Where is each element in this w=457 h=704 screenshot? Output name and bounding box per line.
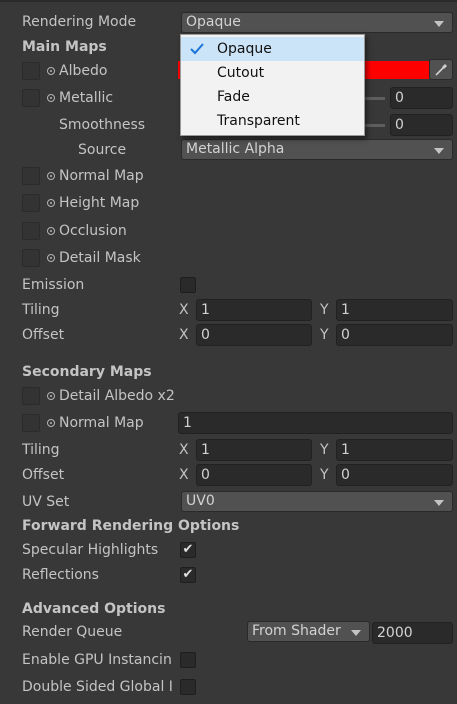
menu-item-cutout[interactable]: Cutout [181, 61, 364, 85]
offset-x-field[interactable]: 0 [196, 324, 312, 346]
secondary-offset-y-label: Y [320, 467, 329, 483]
object-picker-icon[interactable] [47, 199, 55, 207]
gpu-instancing-checkbox[interactable] [180, 652, 196, 668]
rendering-mode-label: Rendering Mode [22, 14, 137, 30]
advanced-options-header: Advanced Options [22, 601, 166, 617]
secondary-offset-label: Offset [22, 467, 65, 483]
albedo-texture-slot[interactable] [22, 62, 40, 80]
secondary-tiling-x-label: X [179, 442, 189, 458]
checkmark-icon: ✔ [182, 567, 194, 582]
secondary-offset-x-field[interactable]: 0 [196, 464, 312, 486]
object-picker-icon[interactable] [47, 172, 55, 180]
tiling-y-label: Y [320, 302, 329, 318]
object-picker-icon[interactable] [47, 67, 55, 75]
forward-rendering-header: Forward Rendering Options [22, 518, 240, 534]
checkmark-icon [190, 43, 204, 55]
detail-mask-label: Detail Mask [59, 250, 141, 266]
offset-y-field[interactable]: 0 [336, 324, 453, 346]
occlusion-texture-slot[interactable] [22, 222, 40, 240]
normal-map-texture-slot[interactable] [22, 167, 40, 185]
rendering-mode-dropdown[interactable]: Opaque [181, 12, 453, 33]
secondary-offset-y-field[interactable]: 0 [336, 464, 453, 486]
secondary-normal-map-scale-field[interactable]: 1 [178, 412, 453, 434]
source-label: Source [78, 142, 127, 158]
smoothness-value-field[interactable]: 0 [390, 114, 453, 136]
metallic-label: Metallic [59, 90, 114, 106]
secondary-tiling-y-field[interactable]: 1 [336, 439, 453, 461]
chevron-down-icon [434, 500, 444, 506]
tiling-x-field[interactable]: 1 [196, 299, 312, 321]
eyedropper-icon [435, 64, 447, 76]
chevron-down-icon [351, 630, 361, 636]
chevron-down-icon [434, 21, 444, 27]
render-queue-label: Render Queue [22, 624, 123, 640]
occlusion-label: Occlusion [59, 223, 127, 239]
object-picker-icon[interactable] [47, 392, 55, 400]
height-map-label: Height Map [59, 195, 140, 211]
specular-highlights-checkbox[interactable]: ✔ [180, 542, 196, 558]
albedo-label: Albedo [59, 63, 108, 79]
object-picker-icon[interactable] [47, 94, 55, 102]
emission-label: Emission [22, 277, 85, 293]
normal-map-label: Normal Map [59, 168, 144, 184]
object-picker-icon[interactable] [47, 419, 55, 427]
metallic-value-field[interactable]: 0 [390, 87, 453, 109]
menu-item-fade[interactable]: Fade [181, 85, 364, 109]
secondary-tiling-label: Tiling [22, 442, 60, 458]
smoothness-label: Smoothness [59, 117, 146, 133]
tiling-label: Tiling [22, 302, 60, 318]
secondary-maps-header: Secondary Maps [22, 364, 152, 380]
render-queue-mode-dropdown[interactable]: From Shader [247, 621, 370, 642]
menu-item-opaque[interactable]: Opaque [181, 37, 364, 61]
tiling-y-field[interactable]: 1 [336, 299, 453, 321]
metallic-slider-track[interactable] [365, 97, 385, 100]
detail-albedo-label: Detail Albedo x2 [59, 388, 175, 404]
gpu-instancing-label: Enable GPU Instancin [22, 652, 172, 668]
render-queue-value-field[interactable]: 2000 [372, 622, 453, 644]
reflections-label: Reflections [22, 567, 99, 583]
detail-albedo-texture-slot[interactable] [22, 387, 40, 405]
secondary-tiling-x-field[interactable]: 1 [196, 439, 312, 461]
secondary-offset-x-label: X [179, 467, 189, 483]
emission-checkbox[interactable] [180, 277, 196, 293]
source-dropdown[interactable]: Metallic Alpha [181, 139, 453, 160]
tiling-x-label: X [179, 302, 189, 318]
chevron-down-icon [434, 148, 444, 154]
rendering-mode-value: Opaque [186, 14, 241, 30]
double-sided-gi-checkbox[interactable] [180, 679, 196, 695]
secondary-normal-map-label: Normal Map [59, 415, 144, 431]
detail-mask-texture-slot[interactable] [22, 249, 40, 267]
eyedropper-button[interactable] [429, 59, 453, 80]
object-picker-icon[interactable] [47, 227, 55, 235]
offset-label: Offset [22, 327, 65, 343]
height-map-texture-slot[interactable] [22, 194, 40, 212]
secondary-normal-map-texture-slot[interactable] [22, 414, 40, 432]
rendering-mode-menu: Opaque Cutout Fade Transparent [180, 34, 365, 136]
offset-x-label: X [179, 327, 189, 343]
uv-set-dropdown[interactable]: UV0 [181, 491, 453, 512]
main-maps-header: Main Maps [22, 39, 107, 55]
metallic-texture-slot[interactable] [22, 89, 40, 107]
offset-y-label: Y [320, 327, 329, 343]
secondary-tiling-y-label: Y [320, 442, 329, 458]
top-border [0, 0, 457, 2]
reflections-checkbox[interactable]: ✔ [180, 567, 196, 583]
checkmark-icon: ✔ [182, 542, 194, 557]
smoothness-slider-track[interactable] [365, 124, 385, 127]
object-picker-icon[interactable] [47, 254, 55, 262]
specular-highlights-label: Specular Highlights [22, 542, 159, 558]
double-sided-gi-label: Double Sided Global I [22, 679, 173, 695]
menu-item-transparent[interactable]: Transparent [181, 109, 364, 133]
uv-set-label: UV Set [22, 494, 70, 510]
